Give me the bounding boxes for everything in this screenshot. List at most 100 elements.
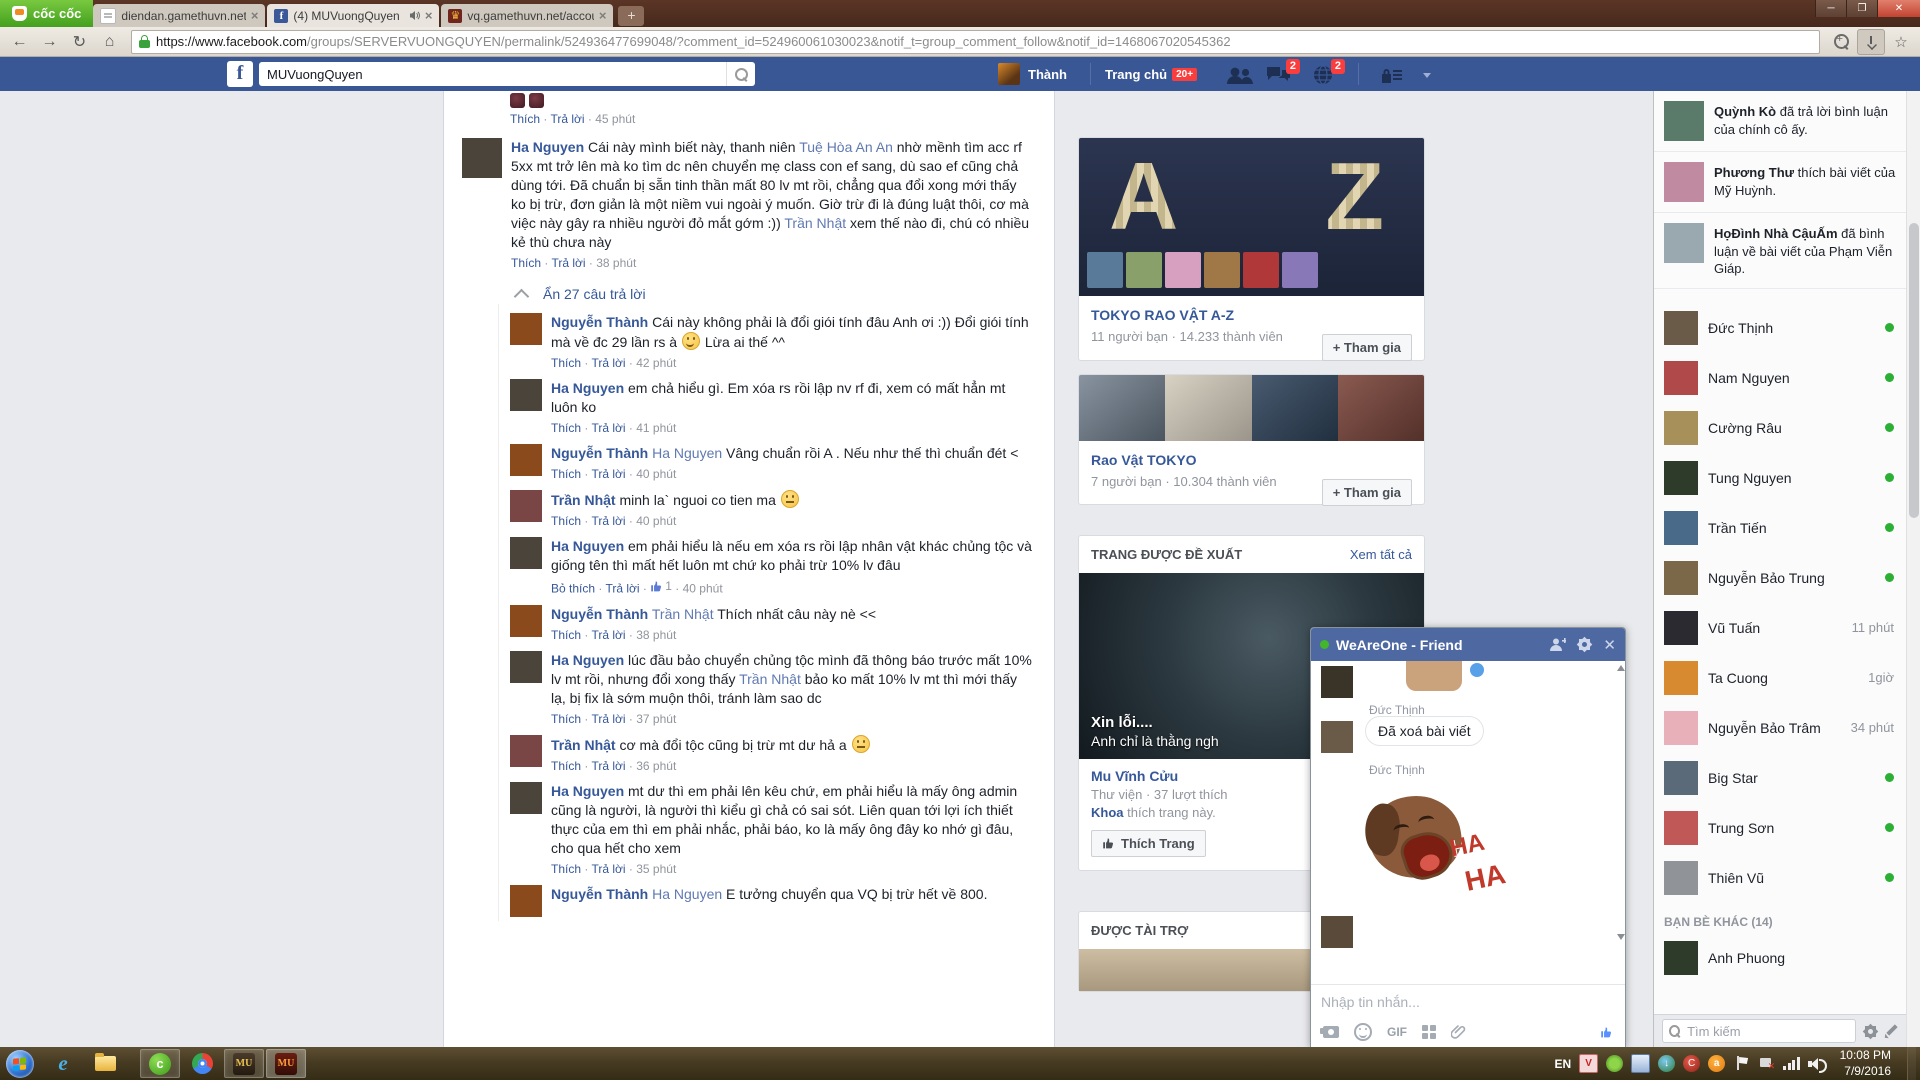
- comment-author-link[interactable]: Ha Nguyen: [551, 380, 624, 396]
- reply-button[interactable]: Trả lời: [591, 759, 625, 773]
- ticker-friend-name[interactable]: HọĐình Nhà CậuẤm: [1714, 226, 1838, 241]
- avatar[interactable]: [510, 537, 542, 569]
- reply-button[interactable]: Trả lời: [591, 628, 625, 642]
- taskbar-coccoc[interactable]: c: [140, 1049, 180, 1078]
- send-like-thumb-icon[interactable]: [1600, 1026, 1613, 1039]
- gear-icon[interactable]: [1578, 638, 1591, 651]
- sticker-grid-icon[interactable]: [1422, 1025, 1436, 1039]
- avatar[interactable]: [510, 885, 542, 917]
- taskbar-mu-launcher[interactable]: MU: [266, 1049, 306, 1078]
- reply-button[interactable]: Trả lời: [591, 467, 625, 481]
- search-button[interactable]: [726, 62, 755, 86]
- nvidia-tray-icon[interactable]: [1606, 1055, 1623, 1072]
- mention-link[interactable]: Ha Nguyen: [652, 445, 722, 461]
- avatar[interactable]: [510, 782, 542, 814]
- https-lock-icon[interactable]: [139, 35, 150, 48]
- join-group-button[interactable]: Tham gia: [1322, 479, 1412, 506]
- zoom-icon[interactable]: [1828, 30, 1854, 54]
- reply-button[interactable]: Trả lời: [551, 256, 585, 270]
- friend-row[interactable]: Nam Nguyen: [1654, 353, 1906, 403]
- friend-row[interactable]: Big Star: [1654, 753, 1906, 803]
- close-button[interactable]: ✕: [1877, 0, 1920, 17]
- home-button[interactable]: ⌂: [96, 30, 123, 54]
- facebook-logo[interactable]: f: [227, 61, 253, 87]
- avast-tray-icon[interactable]: a: [1708, 1055, 1725, 1072]
- reply-button[interactable]: Trả lời: [591, 712, 625, 726]
- friend-row[interactable]: Nguyễn Bảo Trâm34 phút: [1654, 703, 1906, 753]
- reply-button[interactable]: Trả lời: [550, 112, 584, 126]
- profile-link[interactable]: Thành: [998, 57, 1067, 91]
- tab-facebook-active[interactable]: f (4) MUVuongQuyen ×: [267, 4, 439, 27]
- avatar[interactable]: [510, 379, 542, 411]
- gif-button[interactable]: GIF: [1387, 1025, 1407, 1039]
- home-link[interactable]: Trang chủ 20+: [1105, 57, 1197, 91]
- scrollbar-thumb[interactable]: [1909, 223, 1919, 518]
- like-button[interactable]: Thích: [510, 112, 540, 126]
- account-menu-caret-icon[interactable]: [1412, 64, 1442, 86]
- comment-author-link[interactable]: Trần Nhật: [551, 737, 616, 753]
- comment-author-link[interactable]: Trần Nhật: [551, 492, 616, 508]
- friend-row[interactable]: Đức Thịnh: [1654, 303, 1906, 353]
- like-button[interactable]: Thích: [551, 759, 581, 773]
- tab-close-icon[interactable]: ×: [425, 8, 433, 23]
- show-desktop-button[interactable]: [1907, 1047, 1916, 1080]
- emoji-smiley-icon[interactable]: [1354, 1023, 1372, 1041]
- tab-close-icon[interactable]: ×: [251, 8, 259, 23]
- like-button[interactable]: Thích: [551, 628, 581, 642]
- taskbar-clock[interactable]: 10:08 PM 7/9/2016: [1832, 1048, 1899, 1079]
- avatar[interactable]: [510, 490, 542, 522]
- avatar[interactable]: [510, 605, 542, 637]
- privacy-shortcuts-icon[interactable]: [1376, 64, 1406, 86]
- friend-row[interactable]: Tung Nguyen: [1654, 453, 1906, 503]
- group-cover-photos[interactable]: [1079, 375, 1424, 441]
- maximize-button[interactable]: ❐: [1846, 0, 1877, 17]
- comment-author-link[interactable]: Ha Nguyen: [551, 652, 624, 668]
- see-all-link[interactable]: Xem tất cả: [1350, 547, 1412, 562]
- like-count-badge[interactable]: 1: [650, 579, 672, 593]
- camera-icon[interactable]: [1323, 1026, 1339, 1038]
- like-button[interactable]: Thích: [551, 356, 581, 370]
- hide-replies-label[interactable]: Ẩn 27 câu trả lời: [543, 286, 646, 302]
- like-button[interactable]: Bỏ thích: [551, 582, 595, 596]
- like-button[interactable]: Thích: [551, 862, 581, 876]
- avatar[interactable]: [510, 313, 542, 345]
- friend-row[interactable]: Trần Tiến: [1654, 503, 1906, 553]
- comment-author-link[interactable]: Nguyễn Thành: [551, 606, 648, 622]
- friend-row[interactable]: Ta Cuong1giờ: [1654, 653, 1906, 703]
- reply-button[interactable]: Trả lời: [605, 582, 639, 596]
- close-chat-icon[interactable]: ✕: [1603, 636, 1616, 654]
- forward-button[interactable]: →: [36, 30, 63, 54]
- comment-author-link[interactable]: Ha Nguyen: [551, 783, 624, 799]
- tab-diendan[interactable]: diendan.gamethuvn.net/th… ×: [93, 4, 265, 27]
- ccleaner-tray-icon[interactable]: C: [1683, 1055, 1700, 1072]
- ticker-item[interactable]: Phương Thư thích bài viết của Mỹ Huỳnh.: [1654, 152, 1906, 213]
- avatar[interactable]: [510, 651, 542, 683]
- mention-link[interactable]: Ha Nguyen: [652, 886, 722, 902]
- ticker-friend-name[interactable]: Phương Thư: [1714, 165, 1794, 180]
- back-button[interactable]: ←: [6, 30, 33, 54]
- like-button[interactable]: Thích: [551, 421, 581, 435]
- mention-link[interactable]: Trần Nhật: [652, 606, 714, 622]
- notifications-icon[interactable]: 2: [1308, 64, 1338, 86]
- signal-strength-icon[interactable]: [1783, 1057, 1800, 1070]
- chat-message-input[interactable]: [1311, 985, 1625, 1017]
- tab-close-icon[interactable]: ×: [599, 8, 607, 23]
- friend-row[interactable]: Thiên Vũ: [1654, 853, 1906, 903]
- taskbar-chrome[interactable]: [182, 1049, 222, 1078]
- speaker-volume-icon[interactable]: [1808, 1057, 1824, 1071]
- coccoc-menu-button[interactable]: cốc cốc: [0, 0, 93, 27]
- join-group-button[interactable]: Tham gia: [1322, 334, 1412, 361]
- chat-search-box[interactable]: [1662, 1019, 1856, 1043]
- taskbar-internet-explorer[interactable]: e: [43, 1049, 83, 1078]
- language-indicator[interactable]: EN: [1554, 1057, 1571, 1071]
- reply-button[interactable]: Trả lời: [591, 356, 625, 370]
- unikey-tray-icon[interactable]: V: [1579, 1054, 1598, 1073]
- paperclip-icon[interactable]: [1451, 1024, 1467, 1040]
- ticker-item[interactable]: HọĐình Nhà CậuẤm đã bình luận về bài viế…: [1654, 213, 1906, 289]
- new-message-pencil-icon[interactable]: [1885, 1025, 1898, 1038]
- mention-link[interactable]: Trần Nhật: [739, 671, 801, 687]
- action-center-flag-icon[interactable]: [1733, 1055, 1750, 1072]
- friend-row[interactable]: Vũ Tuấn11 phút: [1654, 603, 1906, 653]
- network-disconnected-icon[interactable]: [1758, 1055, 1775, 1072]
- minimize-button[interactable]: ─: [1815, 0, 1846, 17]
